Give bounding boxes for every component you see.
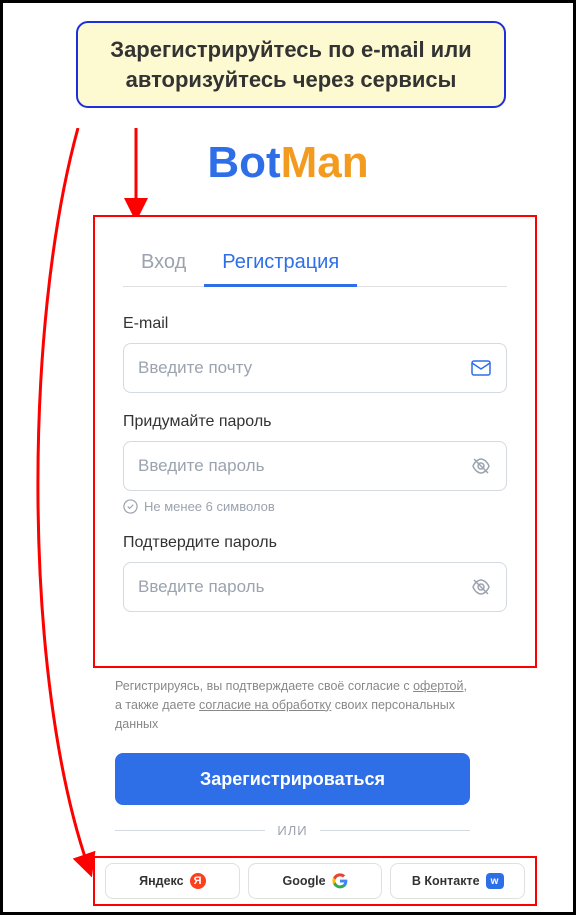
email-field-group: E-mail [123, 315, 507, 393]
divider-line-right [320, 830, 470, 831]
confirm-input-wrapper[interactable] [123, 562, 507, 612]
instruction-callout: Зарегистрируйтесь по e-mail или авторизу… [76, 21, 506, 108]
password-input[interactable] [138, 456, 470, 476]
logo-part1: Bot [207, 138, 280, 187]
password-hint: Не менее 6 символов [123, 499, 507, 514]
tab-login[interactable]: Вход [123, 241, 204, 286]
vk-icon: w [486, 873, 504, 889]
offer-link[interactable]: офертой [413, 679, 463, 693]
confirm-label: Подтвердите пароль [123, 534, 507, 552]
password-label: Придумайте пароль [123, 413, 507, 431]
auth-tabs: Вход Регистрация [123, 241, 507, 287]
password-field-group: Придумайте пароль Не менее 6 символов [123, 413, 507, 514]
callout-text: Зарегистрируйтесь по e-mail или авторизу… [98, 35, 484, 94]
consent-text: Регистрируясь, вы подтверждаете своё сог… [115, 677, 477, 733]
vk-login-button[interactable]: В Контакте w [390, 863, 525, 899]
confirm-input[interactable] [138, 577, 470, 597]
email-label: E-mail [123, 315, 507, 333]
logo-part2: Man [281, 138, 369, 187]
hint-text: Не менее 6 символов [144, 499, 275, 514]
registration-form-highlight: Вход Регистрация E-mail Придумайте парол… [93, 215, 537, 668]
password-input-wrapper[interactable] [123, 441, 507, 491]
envelope-icon [470, 357, 492, 379]
confirm-field-group: Подтвердите пароль [123, 534, 507, 612]
divider: ИЛИ [115, 823, 470, 838]
email-input-wrapper[interactable] [123, 343, 507, 393]
eye-off-icon[interactable] [470, 455, 492, 477]
yandex-login-button[interactable]: Яндекс Я [105, 863, 240, 899]
yandex-icon: Я [190, 873, 206, 889]
divider-text: ИЛИ [277, 823, 307, 838]
social-login-highlight: Яндекс Я Google В Контакте w [93, 856, 537, 906]
vk-label: В Контакте [412, 874, 480, 888]
google-label: Google [282, 874, 325, 888]
eye-off-icon[interactable] [470, 576, 492, 598]
register-button[interactable]: Зарегистрироваться [115, 753, 470, 805]
logo: BotMan [207, 138, 368, 188]
tab-register[interactable]: Регистрация [204, 241, 357, 286]
arrow-to-form-icon [121, 128, 151, 223]
yandex-label: Яндекс [139, 874, 183, 888]
email-input[interactable] [138, 358, 470, 378]
data-processing-link[interactable]: согласие на обработку [199, 698, 331, 712]
divider-line-left [115, 830, 265, 831]
google-login-button[interactable]: Google [248, 863, 383, 899]
checkmark-circle-icon [123, 499, 138, 514]
google-icon [332, 873, 348, 889]
